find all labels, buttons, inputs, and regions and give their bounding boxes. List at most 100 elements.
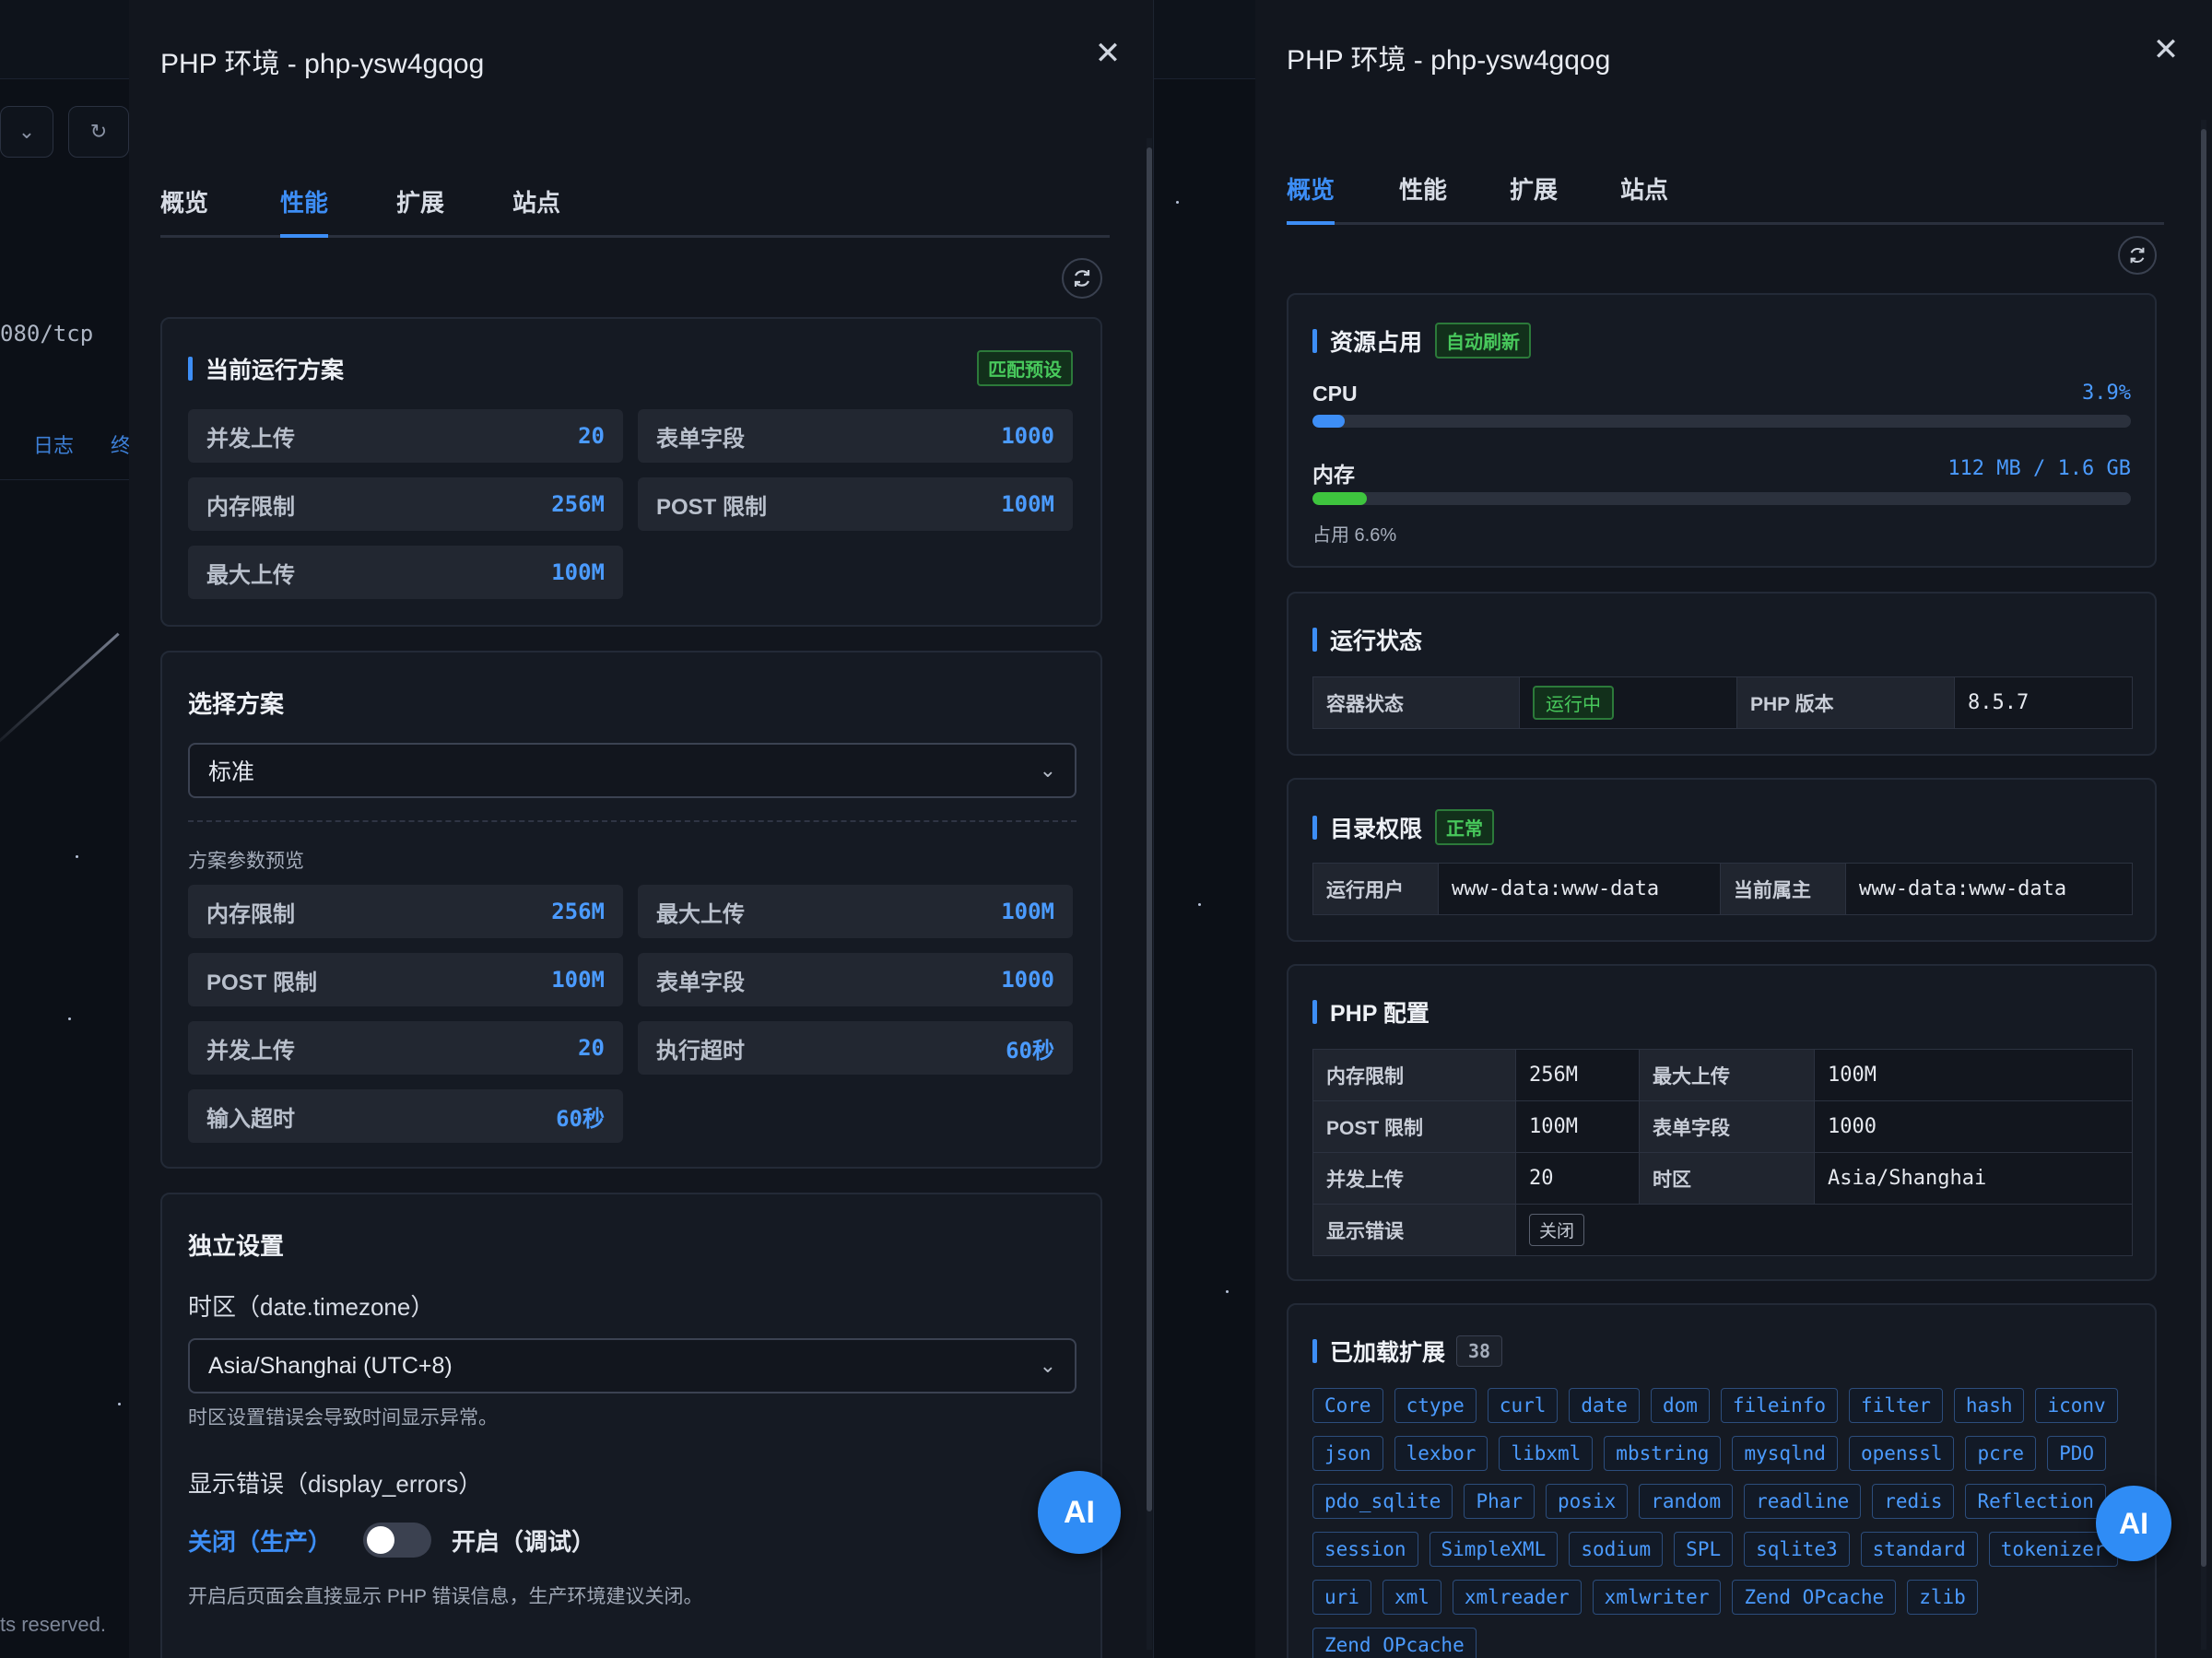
extension-tag: libxml [1499, 1436, 1594, 1471]
extension-tag: redis [1872, 1484, 1955, 1519]
background-refresh-button[interactable]: ↻ [68, 106, 129, 158]
preview-form-fields: 表单字段 1000 [638, 953, 1073, 1006]
ai-assistant-button[interactable]: AI [1038, 1471, 1121, 1554]
display-errors-toggle-row: 关闭（生产） 开启（调试） [188, 1523, 595, 1558]
plan-preview-label: 方案参数预览 [188, 851, 304, 872]
run-status-card: 运行状态 容器状态 运行中 PHP 版本 8.5.7 [1287, 592, 2157, 756]
display-errors-off-badge: 关闭 [1529, 1214, 1585, 1246]
extension-tag: fileinfo [1720, 1388, 1839, 1423]
chevron-down-icon: ⌄ [1039, 758, 1056, 782]
extension-tag: curl [1487, 1388, 1559, 1423]
background-star [1198, 903, 1201, 906]
display-errors-on-label: 开启（调试） [452, 1527, 596, 1556]
preview-memory-limit: 内存限制 256M [188, 885, 623, 938]
timezone-select[interactable]: Asia/Shanghai (UTC+8) ⌄ [188, 1338, 1077, 1393]
ai-assistant-button[interactable]: AI [2096, 1486, 2171, 1561]
current-memory-limit: 内存限制 256M [188, 477, 623, 531]
run-status-table: 容器状态 运行中 PHP 版本 8.5.7 [1312, 676, 2133, 729]
close-button[interactable]: ✕ [2147, 31, 2184, 68]
extension-tag: openssl [1848, 1436, 1955, 1471]
extension-tag: iconv [2035, 1388, 2118, 1423]
background-star [68, 1017, 71, 1020]
display-errors-toggle[interactable] [363, 1523, 432, 1558]
current-owner-label: 当前属主 [1720, 863, 1846, 915]
extension-tag: PDO [2047, 1436, 2106, 1471]
extension-tag: pcre [1965, 1436, 2037, 1471]
container-status-cell: 运行中 [1519, 676, 1737, 729]
tab-performance[interactable]: 性能 [1399, 171, 1447, 222]
current-plan-card: 当前运行方案 匹配预设 并发上传 20 表单字段 1000 内存限制 256M POS… [160, 317, 1102, 627]
background-link-terminal[interactable]: 终 [111, 434, 131, 457]
php-env-drawer-performance: PHP 环境 - php-ysw4gqog ✕ 概览 性能 扩展 站点 当前运行… [129, 0, 1154, 1658]
refresh-icon [1074, 270, 1090, 287]
match-preset-badge: 匹配预设 [964, 350, 1073, 386]
tab-extensions[interactable]: 扩展 [1510, 171, 1558, 222]
close-icon: ✕ [1094, 36, 1122, 71]
refresh-icon [2130, 247, 2145, 264]
extension-tag: Phar [1464, 1484, 1535, 1519]
cpu-value: 3.9% [2082, 382, 2131, 405]
refresh-button[interactable] [2118, 236, 2157, 275]
choose-plan-card: 选择方案 标准 ⌄ 方案参数预览 内存限制 256M 最大上传 100M POST … [160, 651, 1102, 1169]
extension-tag: session [1312, 1532, 1418, 1567]
current-concurrent-upload: 并发上传 20 [188, 409, 623, 463]
extension-tag: hash [1953, 1388, 2025, 1423]
drawer-title: PHP 环境 - php-ysw4gqog [160, 49, 485, 79]
tab-sites[interactable]: 站点 [512, 184, 560, 235]
dashed-divider [188, 820, 1077, 822]
run-status-title: 运行状态 [1312, 623, 1422, 656]
config-value: Asia/Shanghai [1814, 1152, 2133, 1205]
current-form-fields: 表单字段 1000 [638, 409, 1073, 463]
extension-tag: Core [1312, 1388, 1383, 1423]
config-key: 并发上传 [1312, 1152, 1516, 1205]
preview-input-timeout: 输入超时 60秒 [188, 1089, 623, 1143]
cpu-label: CPU [1312, 382, 1358, 406]
resource-usage-title: 资源占用 自动刷新 [1312, 323, 1532, 359]
choose-plan-title: 选择方案 [188, 690, 285, 718]
background-dropdown[interactable]: ⌄ [0, 106, 53, 158]
display-errors-key: 显示错误 [1312, 1204, 1516, 1256]
memory-progress [1312, 492, 2131, 505]
tab-extensions[interactable]: 扩展 [396, 184, 444, 235]
loaded-extensions-card: 已加载扩展 38 Core ctype curl date dom fileinfo filt… [1287, 1303, 2157, 1658]
display-errors-label: 显示错误（display_errors） [188, 1470, 483, 1498]
tab-overview[interactable]: 概览 [1287, 171, 1335, 225]
background-star [118, 1403, 121, 1405]
memory-label: 内存 [1312, 463, 1355, 487]
dir-permission-table: 运行用户 www-data:www-data 当前属主 www-data:www… [1312, 863, 2133, 915]
extensions-count-badge: 38 [1456, 1335, 1503, 1367]
tab-performance[interactable]: 性能 [280, 184, 329, 238]
extension-tag: sqlite3 [1744, 1532, 1850, 1567]
current-max-upload: 最大上传 100M [188, 546, 623, 599]
config-value: 100M [1515, 1100, 1640, 1153]
background-copyright: ts reserved. [0, 1613, 106, 1636]
extension-tag: Zend OPcache [1732, 1580, 1897, 1615]
refresh-icon: ↻ [89, 120, 108, 143]
table-row: 内存限制 256M 最大上传 100M [1312, 1049, 2133, 1101]
tab-bar: 概览 性能 扩展 站点 [1287, 171, 2164, 225]
tab-overview[interactable]: 概览 [160, 184, 208, 235]
extension-tag: lexbor [1394, 1436, 1488, 1471]
display-errors-off-label: 关闭（生产） [188, 1527, 333, 1556]
extension-tag: standard [1860, 1532, 1978, 1567]
config-key: 内存限制 [1312, 1049, 1516, 1101]
scrollbar-thumb[interactable] [2201, 129, 2206, 1567]
preview-max-upload: 最大上传 100M [638, 885, 1073, 938]
config-value: 100M [1814, 1049, 2133, 1101]
background-star [1226, 1290, 1229, 1293]
config-value: 1000 [1814, 1100, 2133, 1153]
extension-tag: pdo_sqlite [1312, 1484, 1453, 1519]
close-button[interactable]: ✕ [1089, 35, 1126, 72]
extension-tag: dom [1650, 1388, 1710, 1423]
plan-select[interactable]: 标准 ⌄ [188, 743, 1077, 798]
background-link-logs[interactable]: 日志 [33, 434, 74, 457]
resource-usage-card: 资源占用 自动刷新 CPU 3.9% 内存 112 MB / 1.6 GB 占用 … [1287, 293, 2157, 568]
extension-tag: Zend OPcache [1312, 1628, 1477, 1658]
memory-usage-text: 占用 6.6% [1312, 525, 1397, 546]
tab-sites[interactable]: 站点 [1620, 171, 1668, 222]
config-key: POST 限制 [1312, 1100, 1516, 1153]
refresh-button[interactable] [1062, 258, 1102, 299]
scrollbar-thumb[interactable] [1147, 147, 1152, 1511]
current-plan-title: 当前运行方案 [188, 352, 344, 385]
background-port: 080/tcp [0, 321, 94, 347]
